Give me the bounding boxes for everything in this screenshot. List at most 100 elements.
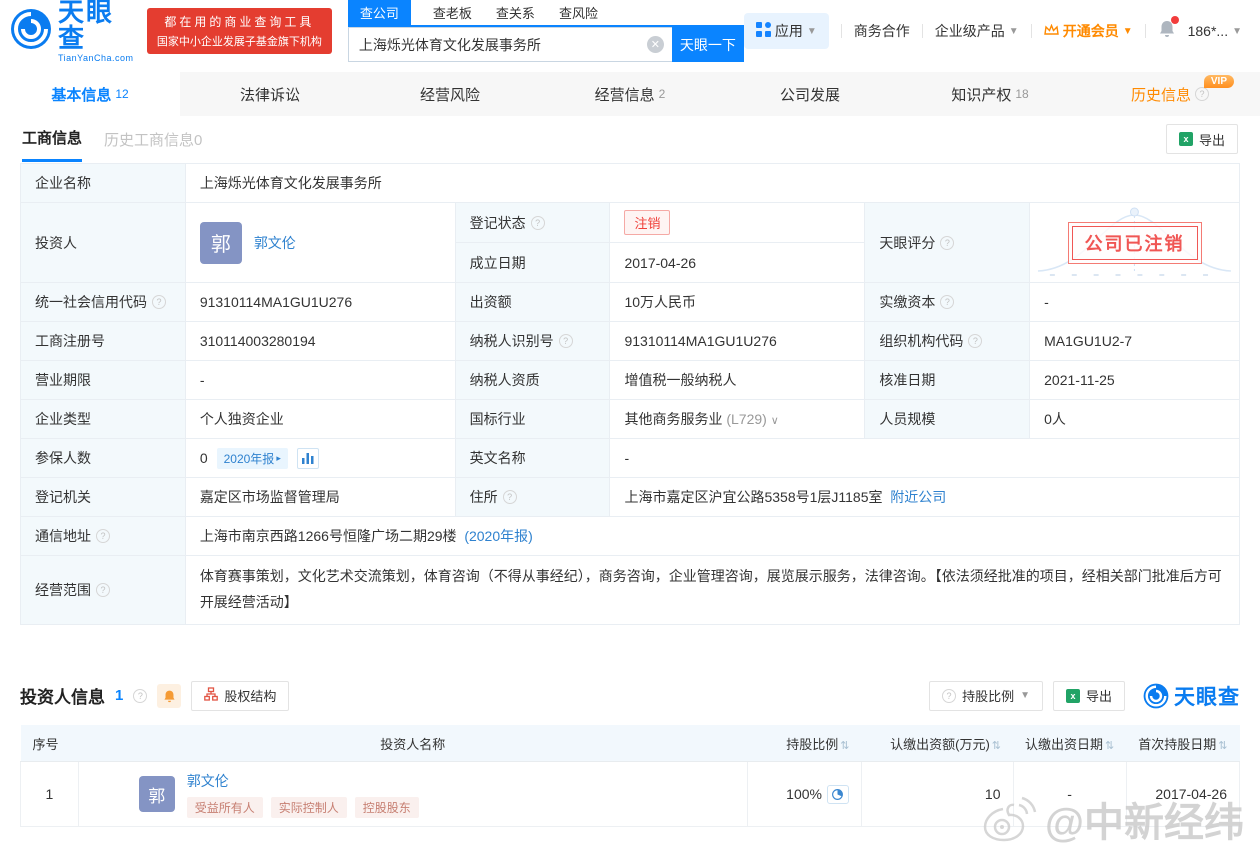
apps-grid-icon bbox=[755, 22, 771, 40]
field-label: 组织机构代码? bbox=[864, 321, 1031, 361]
field-label: 成立日期 bbox=[454, 242, 611, 283]
nav-divider bbox=[840, 24, 842, 38]
info-row: 参保人数 0 2020年报 ▸ 英文名称 - bbox=[20, 438, 1240, 478]
annual-report-pill[interactable]: 2020年报 ▸ bbox=[216, 447, 288, 469]
seq-cell: 1 bbox=[20, 761, 79, 828]
avatar[interactable]: 郭 bbox=[199, 221, 242, 264]
help-icon[interactable]: ? bbox=[133, 688, 148, 703]
tianyancha-logo-icon bbox=[10, 8, 52, 55]
search-tab-company[interactable]: 查公司 bbox=[347, 0, 411, 25]
taxpayer-quality-value: 增值税一般纳税人 bbox=[609, 360, 866, 400]
org-chart-icon bbox=[204, 687, 219, 704]
tab-operating-info[interactable]: 经营信息 2 bbox=[540, 72, 720, 116]
org-code-value: MA1GU1U2-7 bbox=[1029, 321, 1240, 361]
chevron-down-icon: ▼ bbox=[1008, 25, 1019, 37]
sub-date-cell: - bbox=[1012, 761, 1127, 828]
tianyancha-watermark-logo: 天眼查 bbox=[1143, 681, 1240, 711]
field-label: 核准日期 bbox=[864, 360, 1031, 400]
first-date-cell: 2017-04-26 bbox=[1125, 761, 1241, 828]
export-button[interactable]: x 导出 bbox=[1165, 124, 1238, 154]
help-icon[interactable]: ? bbox=[940, 295, 955, 309]
ratio-cell: 100% bbox=[746, 761, 862, 828]
help-icon[interactable]: ? bbox=[96, 529, 110, 543]
info-row: 企业类型 个人独资企业 国标行业 其他商务服务业 (L729) ∨ 人员规模 0… bbox=[20, 399, 1240, 439]
investors-table: 序号 投资人名称 持股比例 ⇅ 认缴出资额(万元) ⇅ 认缴出资日期 ⇅ 首次持股日期… bbox=[20, 724, 1241, 828]
search-input[interactable] bbox=[347, 27, 672, 62]
column-header: 投资人名称 bbox=[78, 724, 748, 763]
annual-report-link[interactable]: (2020年报) bbox=[464, 528, 532, 544]
info-row: 登记机关 嘉定区市场监督管理局 住所? 上海市嘉定区沪宜公路5358号1层J11… bbox=[20, 477, 1240, 517]
search-tab-relation[interactable]: 查关系 bbox=[494, 0, 537, 25]
help-icon[interactable]: ? bbox=[502, 490, 517, 504]
industry-code: (L729) bbox=[726, 411, 767, 427]
approval-date-value: 2021-11-25 bbox=[1029, 360, 1240, 400]
tianyancha-company-page: 天眼查 TianYanCha.com 都在用的商业查询工具 国家中小企业发展子基… bbox=[0, 0, 1260, 868]
subtab-business-info[interactable]: 工商信息 bbox=[22, 116, 83, 162]
help-icon[interactable]: ? bbox=[968, 334, 983, 348]
tab-operating-risk[interactable]: 经营风险 bbox=[360, 72, 540, 116]
insured-value: 0 2020年报 ▸ bbox=[184, 438, 456, 478]
chevron-down-icon[interactable]: ∨ bbox=[771, 415, 779, 427]
avatar[interactable]: 郭 bbox=[138, 776, 175, 813]
reg-authority-value: 嘉定区市场监督管理局 bbox=[184, 477, 456, 517]
search-tab-boss[interactable]: 查老板 bbox=[431, 0, 474, 25]
nearby-companies-link[interactable]: 附近公司 bbox=[890, 489, 946, 505]
account-menu[interactable]: 186*... ▼ bbox=[1188, 23, 1242, 39]
help-icon[interactable]: ? bbox=[558, 334, 573, 348]
business-scope-value: 体育赛事策划，文化艺术交流策划，体育咨询（不得从事经纪），商务咨询，企业管理咨询… bbox=[184, 555, 1241, 625]
staff-size-value: 0人 bbox=[1029, 399, 1240, 439]
english-name-value: - bbox=[609, 438, 1240, 478]
subtab-history-business-info[interactable]: 历史工商信息0 bbox=[104, 129, 202, 150]
logo-subtitle: TianYanCha.com bbox=[58, 53, 134, 63]
clear-search-icon[interactable]: ✕ bbox=[646, 36, 664, 53]
column-header-sortable[interactable]: 认缴出资额(万元) ⇅ bbox=[861, 724, 1013, 763]
search-button[interactable]: 天眼一下 bbox=[671, 27, 744, 62]
address-value: 上海市嘉定区沪宜公路5358号1层J1185室 附近公司 bbox=[609, 477, 1240, 517]
help-icon[interactable]: ? bbox=[940, 235, 955, 250]
field-label: 住所? bbox=[454, 477, 611, 517]
info-row: 工商注册号 310114003280194 纳税人识别号? 91310114MA… bbox=[20, 321, 1240, 361]
business-coop-link[interactable]: 商务合作 bbox=[854, 21, 910, 41]
insured-chart-icon[interactable] bbox=[296, 447, 319, 469]
apps-menu[interactable]: 应用 ▼ bbox=[743, 13, 829, 49]
help-icon[interactable]: ? bbox=[96, 582, 110, 597]
help-icon[interactable]: ? bbox=[530, 215, 545, 230]
investors-table-header: 序号 投资人名称 持股比例 ⇅ 认缴出资额(万元) ⇅ 认缴出资日期 ⇅ 首次持股日期… bbox=[20, 724, 1240, 763]
help-icon[interactable]: ? bbox=[152, 295, 166, 309]
beneficial-owner-tag: 受益所有人 bbox=[186, 796, 263, 818]
column-header-sortable[interactable]: 持股比例 ⇅ bbox=[747, 724, 862, 763]
tab-history-info[interactable]: VIP 历史信息 ? bbox=[1080, 72, 1260, 116]
tianyancha-logo[interactable]: 天眼查 TianYanCha.com bbox=[10, 0, 139, 63]
field-label: 实缴资本? bbox=[864, 282, 1031, 322]
pie-chart-icon[interactable] bbox=[826, 784, 849, 804]
tab-company-development[interactable]: 公司发展 bbox=[720, 72, 900, 116]
notification-bell-icon[interactable] bbox=[1158, 16, 1179, 43]
subtab-row: 工商信息 历史工商信息0 x 导出 bbox=[0, 116, 1260, 162]
investors-count: 1 bbox=[115, 687, 124, 705]
enterprise-products-menu[interactable]: 企业级产品 ▼ bbox=[935, 21, 1019, 41]
column-header-sortable[interactable]: 首次持股日期 ⇅ bbox=[1126, 724, 1240, 763]
column-header: 序号 bbox=[20, 724, 79, 763]
status-badge: 注销 bbox=[624, 210, 671, 235]
tab-basic-info[interactable]: 基本信息 12 bbox=[0, 72, 180, 116]
equity-structure-button[interactable]: 股权结构 bbox=[191, 680, 290, 711]
info-row: 统一社会信用代码? 91310114MA1GU1U276 出资额 10万人民币 … bbox=[20, 282, 1240, 322]
investor-name-link[interactable]: 郭文伦 bbox=[254, 233, 296, 253]
open-vip-menu[interactable]: 开通会员 ▼ bbox=[1043, 21, 1133, 41]
export-investors-button[interactable]: x 导出 bbox=[1052, 680, 1125, 711]
promo-line2: 国家中小企业发展子基金旗下机构 bbox=[156, 36, 322, 48]
amount-cell: 10 bbox=[860, 761, 1014, 828]
est-date-value: 2017-04-26 bbox=[609, 242, 866, 283]
shareholding-ratio-button[interactable]: ? 持股比例 ▼ bbox=[929, 680, 1043, 711]
monitor-bell-icon[interactable] bbox=[157, 683, 182, 708]
investor-name-link[interactable]: 郭文伦 bbox=[187, 773, 229, 789]
tab-intellectual-property[interactable]: 知识产权 18 bbox=[900, 72, 1080, 116]
column-header-sortable[interactable]: 认缴出资日期 ⇅ bbox=[1013, 724, 1127, 763]
capital-value: 10万人民币 bbox=[609, 282, 866, 322]
search-tab-risk[interactable]: 查风险 bbox=[557, 0, 600, 25]
top-header: 天眼查 TianYanCha.com 都在用的商业查询工具 国家中小企业发展子基… bbox=[0, 0, 1260, 63]
field-label: 英文名称 bbox=[454, 438, 611, 478]
company-name-value: 上海烁光体育文化发展事务所 bbox=[184, 163, 1241, 203]
help-icon[interactable]: ? bbox=[1195, 87, 1209, 101]
tab-legal-proceedings[interactable]: 法律诉讼 bbox=[180, 72, 360, 116]
